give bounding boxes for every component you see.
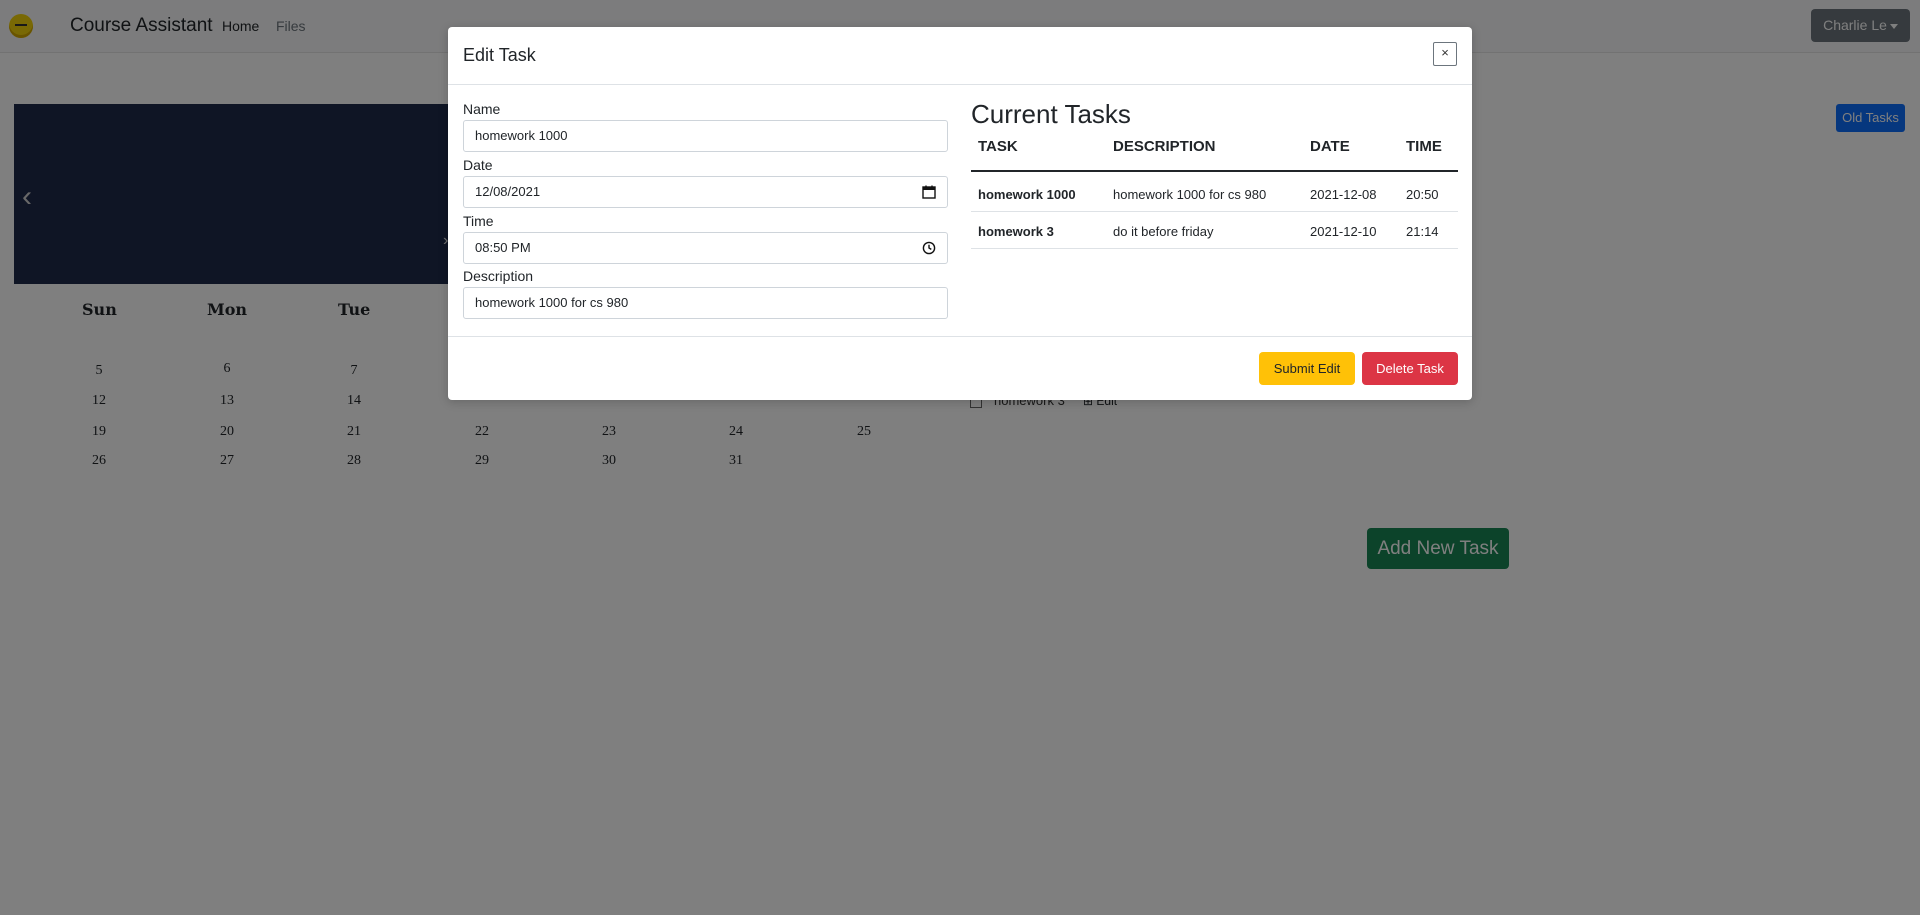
close-button[interactable]: × [1433,42,1457,66]
table-cell-time: 20:50 [1406,187,1439,202]
column-header-date: DATE [1310,138,1350,155]
table-cell-task: homework 3 [978,224,1054,239]
header-divider [971,170,1458,172]
table-cell-task: homework 1000 [978,187,1076,202]
modal-title: Edit Task [463,45,536,65]
name-label: Name [463,101,501,117]
name-field-value: homework 1000 [475,128,568,143]
row-divider [971,211,1458,212]
column-header-time: TIME [1406,138,1442,155]
time-field-value: 08:50 PM [475,240,531,255]
column-header-task: TASK [978,138,1018,155]
calendar-icon[interactable] [922,185,936,199]
description-label: Description [463,268,534,284]
name-field[interactable]: homework 1000 [463,120,948,152]
table-cell-time: 21:14 [1406,224,1439,239]
time-field[interactable]: 08:50 PM [463,232,948,264]
clock-icon[interactable] [922,241,936,255]
date-field[interactable]: 12/08/2021 [463,176,948,208]
date-field-value: 12/08/2021 [475,184,541,199]
table-cell-description: homework 1000 for cs 980 [1113,187,1267,202]
modal-header: Edit Task × [448,27,1472,85]
row-divider [971,248,1458,249]
submit-edit-button[interactable]: Submit Edit [1259,352,1355,385]
date-label: Date [463,157,493,173]
description-field[interactable]: homework 1000 for cs 980 [463,287,948,319]
time-label: Time [463,213,494,229]
column-header-description: DESCRIPTION [1113,138,1216,155]
edit-task-modal: Edit Task × Name homework 1000 Date 12/0… [448,27,1472,400]
current-tasks-title: Current Tasks [971,99,1131,129]
table-cell-date: 2021-12-08 [1310,187,1377,202]
table-cell-date: 2021-12-10 [1310,224,1377,239]
table-cell-description: do it before friday [1113,224,1214,239]
description-field-value: homework 1000 for cs 980 [475,295,629,310]
delete-task-button[interactable]: Delete Task [1362,352,1458,385]
